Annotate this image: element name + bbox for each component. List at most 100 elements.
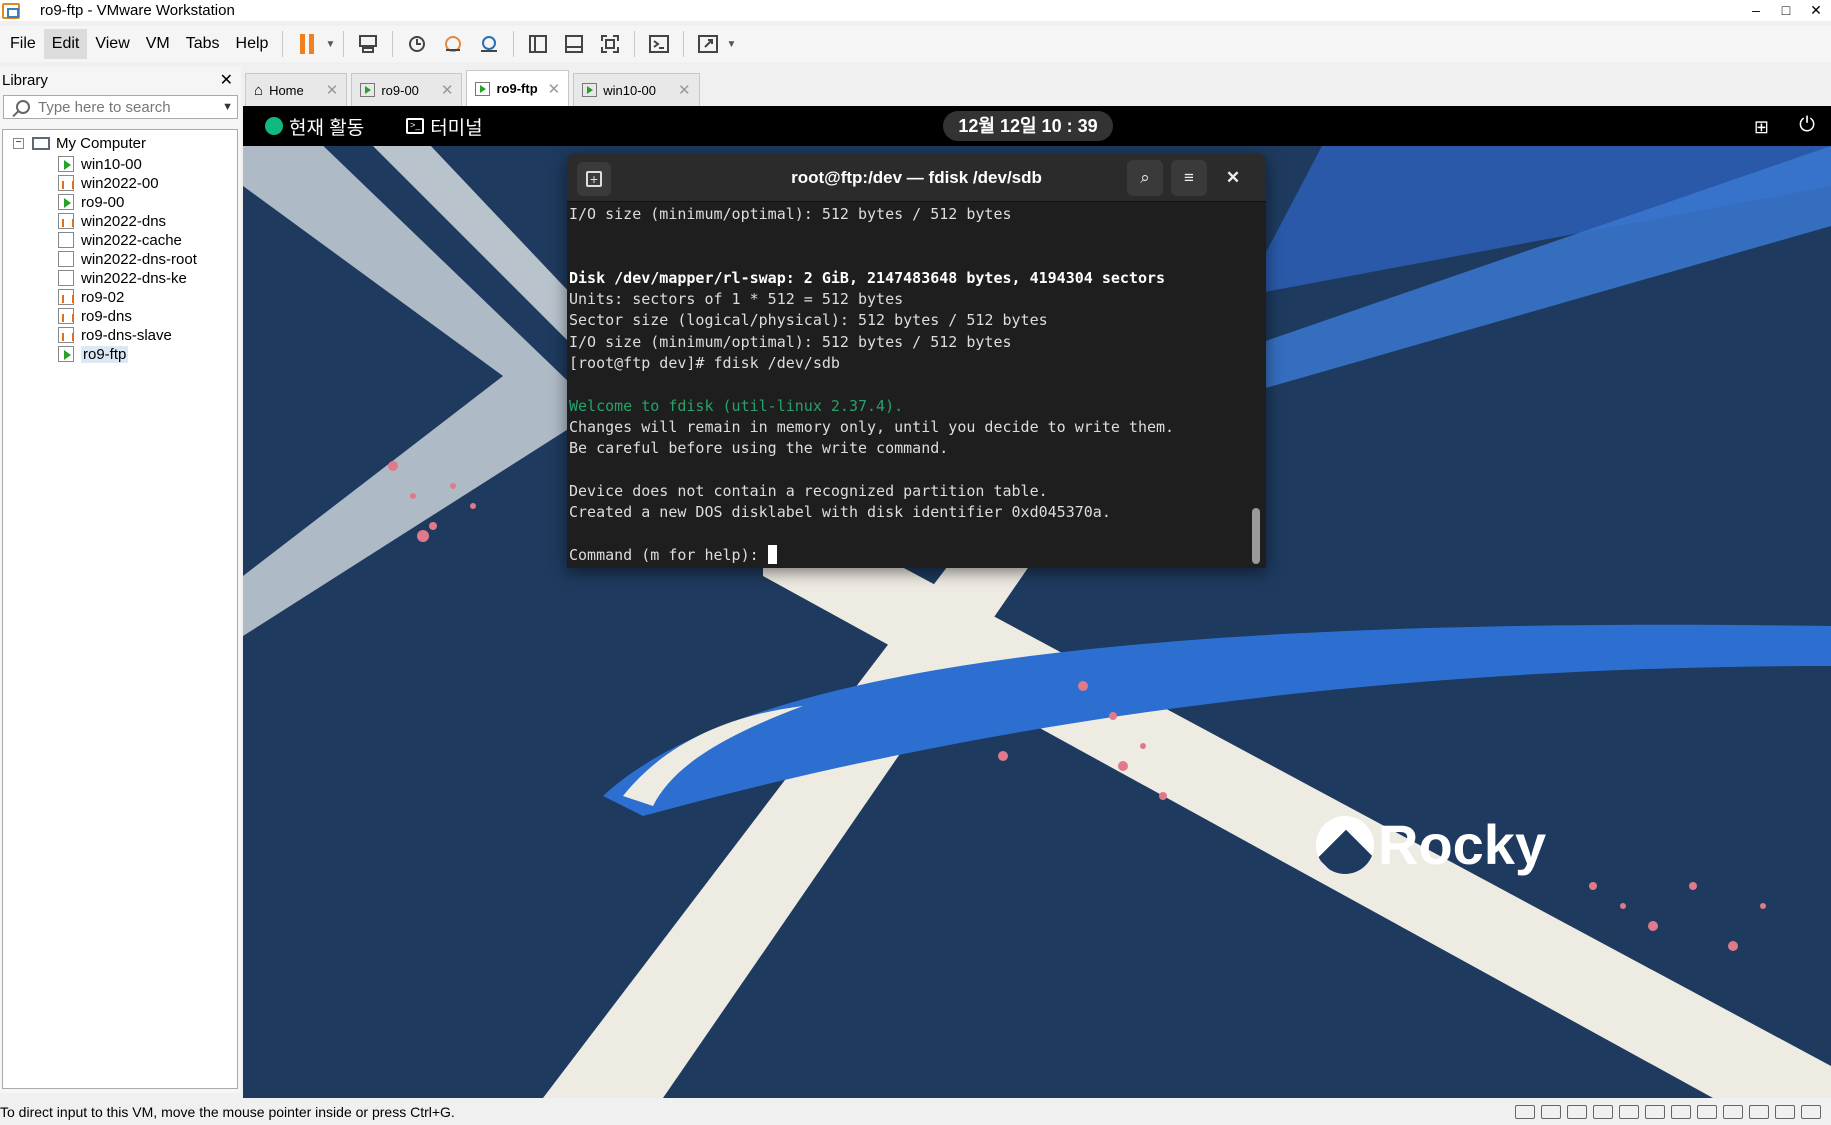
maximize-button[interactable]: □ xyxy=(1771,2,1801,19)
status-message: To direct input to this VM, move the mou… xyxy=(0,1103,455,1120)
snapshot-manager-icon[interactable] xyxy=(473,29,505,59)
vm-icon xyxy=(58,270,74,286)
vm-item-win2022-dns-root[interactable]: win2022-dns-root xyxy=(58,249,197,269)
display-icon[interactable] xyxy=(1775,1104,1795,1119)
vm-suspended-icon xyxy=(58,308,74,324)
menu-view[interactable]: View xyxy=(87,29,137,59)
sound-card-icon[interactable] xyxy=(1723,1104,1743,1119)
search-dropdown-icon[interactable]: ▼ xyxy=(222,101,233,113)
terminal-output[interactable]: I/O size (minimum/optimal): 512 bytes / … xyxy=(569,204,1245,564)
toolbar-separator xyxy=(282,31,284,57)
vm-suspended-icon xyxy=(58,289,74,305)
tab-ro9-00[interactable]: ro9-00 ✕ xyxy=(351,73,463,106)
vm-item-ro9-02[interactable]: ro9-02 xyxy=(58,287,124,307)
power-icon[interactable]: ⏻ xyxy=(1799,114,1815,137)
hard-disk-icon[interactable] xyxy=(1593,1104,1613,1119)
title-bar: ro9-ftp - VMware Workstation – □ ✕ xyxy=(0,0,1831,21)
hard-disk-icon[interactable] xyxy=(1515,1104,1535,1119)
usb-icon[interactable] xyxy=(1697,1104,1717,1119)
vm-item-win2022-dns[interactable]: win2022-dns xyxy=(58,211,166,231)
hard-disk-icon[interactable] xyxy=(1567,1104,1587,1119)
show-library-icon[interactable] xyxy=(522,29,554,59)
vm-display[interactable]: 현재 활동 >_ 터미널 12월 12일 10 : 39 ⊞ ⏻ + root@… xyxy=(243,106,1831,1098)
terminal-line: Device does not contain a recognized par… xyxy=(569,481,1048,500)
tab-ro9-ftp[interactable]: ro9-ftp ✕ xyxy=(466,70,570,106)
menu-vm[interactable]: VM xyxy=(138,29,178,59)
close-window-button[interactable]: ✕ xyxy=(1801,2,1831,19)
terminal-line: I/O size (minimum/optimal): 512 bytes / … xyxy=(569,205,1012,223)
terminal-line: [root@ftp dev]# fdisk /dev/sdb xyxy=(569,354,840,373)
tab-win10-00[interactable]: win10-00 ✕ xyxy=(573,73,700,106)
activities-button[interactable]: 현재 활동 xyxy=(265,113,364,140)
vm-item-ro9-ftp[interactable]: ro9-ftp xyxy=(58,344,129,364)
status-bar: To direct input to this VM, move the mou… xyxy=(0,1098,1831,1125)
show-thumbnail-bar-icon[interactable] xyxy=(558,29,590,59)
terminal-line: Welcome to fdisk (util-linux 2.37.4). xyxy=(569,396,904,415)
network-adapter-icon[interactable] xyxy=(1645,1104,1665,1119)
computer-icon xyxy=(32,137,50,150)
tab-close-icon[interactable]: ✕ xyxy=(441,81,454,99)
hamburger-menu-icon[interactable]: ≡ xyxy=(1171,160,1207,196)
message-log-icon[interactable] xyxy=(1801,1104,1821,1119)
tree-root-label: My Computer xyxy=(56,135,147,152)
tab-close-icon[interactable]: ✕ xyxy=(326,81,339,99)
menu-help[interactable]: Help xyxy=(228,29,277,59)
pause-dropdown-icon[interactable]: ▼ xyxy=(325,39,337,50)
terminal-line: Sector size (logical/physical): 512 byte… xyxy=(569,311,1048,330)
terminal-search-icon[interactable]: ⌕ xyxy=(1127,160,1163,196)
terminal-close-icon[interactable]: ✕ xyxy=(1215,160,1251,196)
vm-item-win2022-dns-ke[interactable]: win2022-dns-ke xyxy=(58,268,187,288)
tree-root-my-computer[interactable]: − My Computer xyxy=(13,135,146,152)
menu-bar: File Edit View VM Tabs Help ▼ ▼ xyxy=(0,26,1831,62)
vm-running-icon xyxy=(58,156,74,172)
tab-close-icon[interactable]: ✕ xyxy=(678,81,691,99)
tab-home[interactable]: ⌂ Home ✕ xyxy=(245,73,348,106)
vm-item-ro9-dns[interactable]: ro9-dns xyxy=(58,306,132,326)
tab-close-icon[interactable]: ✕ xyxy=(548,80,561,98)
vm-item-ro9-dns-slave[interactable]: ro9-dns-slave xyxy=(58,325,172,345)
console-view-icon[interactable] xyxy=(643,29,675,59)
full-screen-icon[interactable] xyxy=(594,29,626,59)
rocky-mark-icon xyxy=(1316,815,1374,874)
app-menu-terminal[interactable]: >_ 터미널 xyxy=(406,113,483,140)
terminal-window[interactable]: + root@ftp:/dev — fdisk /dev/sdb ⌕ ≡ ✕ I… xyxy=(567,154,1266,568)
stretch-dropdown-icon[interactable]: ▼ xyxy=(726,39,738,50)
vm-item-ro9-00[interactable]: ro9-00 xyxy=(58,192,124,212)
menu-edit[interactable]: Edit xyxy=(43,29,88,59)
vm-running-icon xyxy=(360,83,376,97)
printer-icon[interactable] xyxy=(1749,1104,1769,1119)
clock-button[interactable]: 12월 12일 10 : 39 xyxy=(943,111,1113,141)
vm-item-win2022-cache[interactable]: win2022-cache xyxy=(58,230,182,250)
network-adapter-icon[interactable] xyxy=(1671,1104,1691,1119)
cd-drive-icon[interactable] xyxy=(1619,1104,1639,1119)
home-icon: ⌂ xyxy=(254,81,264,99)
toolbar-separator xyxy=(392,31,394,57)
vm-item-win10-00[interactable]: win10-00 xyxy=(58,154,142,174)
menu-file[interactable]: File xyxy=(2,29,44,59)
pause-button[interactable] xyxy=(291,29,323,59)
vmware-app-icon xyxy=(2,2,20,19)
stretch-guest-icon[interactable] xyxy=(692,29,724,59)
snapshot-icon[interactable] xyxy=(401,29,433,59)
revert-snapshot-icon[interactable] xyxy=(437,29,469,59)
rocky-logo-icon xyxy=(265,117,283,135)
library-close-icon[interactable]: ✕ xyxy=(220,70,233,90)
search-icon xyxy=(16,100,30,114)
vm-icon xyxy=(58,232,74,248)
toolbar-separator xyxy=(634,31,636,57)
terminal-scrollbar[interactable] xyxy=(1252,508,1260,564)
vm-icon xyxy=(58,251,74,267)
terminal-line: Changes will remain in memory only, unti… xyxy=(569,417,1175,436)
send-ctrl-alt-del-icon[interactable] xyxy=(352,29,384,59)
toolbar-separator xyxy=(513,31,515,57)
vm-item-win2022-00[interactable]: win2022-00 xyxy=(58,173,159,193)
minimize-button[interactable]: – xyxy=(1741,2,1771,19)
library-search-input[interactable]: Type here to search ▼ xyxy=(3,95,238,119)
collapse-icon[interactable]: − xyxy=(13,138,24,149)
menu-tabs[interactable]: Tabs xyxy=(178,29,228,59)
hard-disk-icon[interactable] xyxy=(1541,1104,1561,1119)
network-icon[interactable]: ⊞ xyxy=(1754,117,1769,138)
toolbar-separator xyxy=(683,31,685,57)
